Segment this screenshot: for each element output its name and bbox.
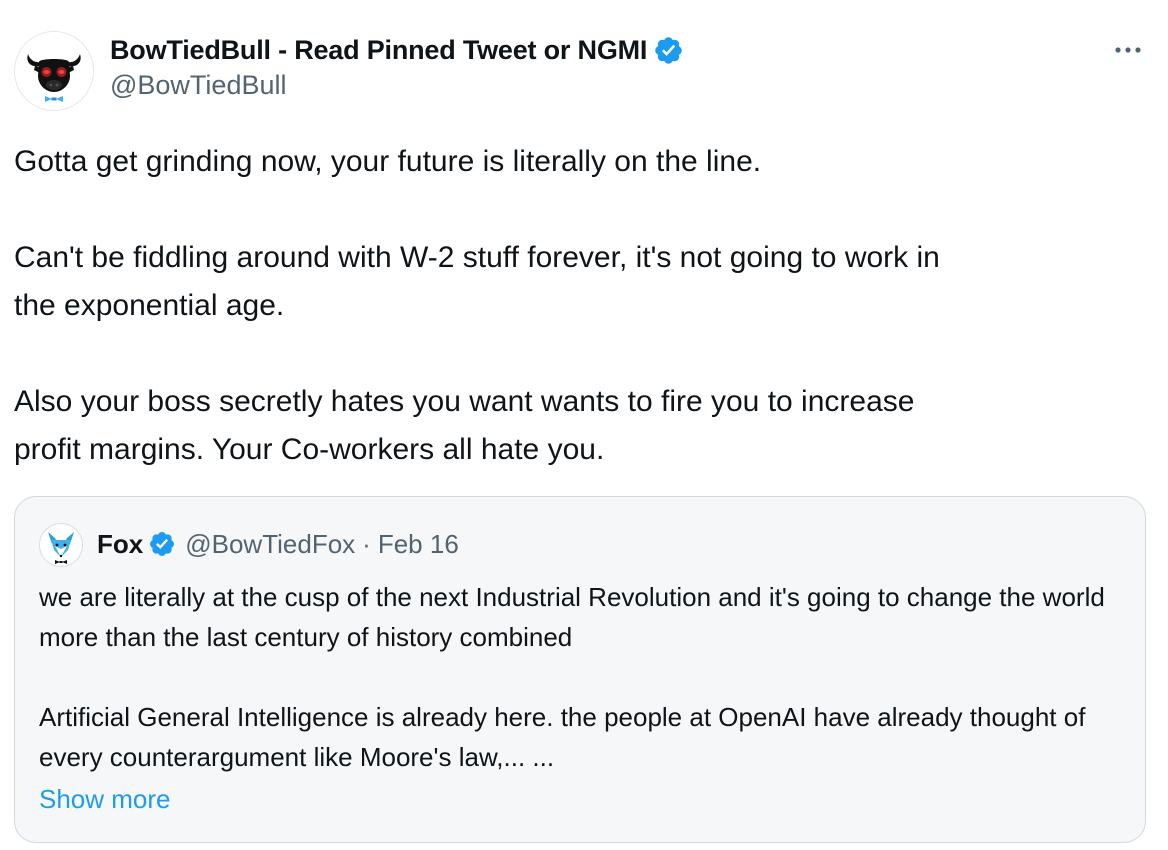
bull-avatar-icon (15, 32, 93, 110)
quoted-author-name[interactable]: Fox (97, 529, 143, 560)
tweet-paragraph: Also your boss secretly hates you want w… (14, 385, 915, 466)
fox-avatar-icon (40, 524, 82, 566)
more-options-button[interactable] (1108, 36, 1148, 64)
quoted-tweet-text: we are literally at the cusp of the next… (39, 577, 1119, 777)
tweet-paragraph: Gotta get grinding now, your future is l… (14, 145, 762, 178)
tweet-paragraph: Can't be fiddling around with W-2 stuff … (14, 241, 940, 322)
dot-separator: · (362, 528, 371, 559)
quoted-tweet-paragraph: Artificial General Intelligence is alrea… (39, 702, 1086, 772)
author-name[interactable]: BowTiedBull - Read Pinned Tweet or NGMI (110, 35, 647, 66)
verified-badge-icon[interactable] (148, 530, 176, 558)
more-options-icon (1115, 47, 1141, 53)
tweet-container: BowTiedBull - Read Pinned Tweet or NGMI … (0, 0, 1168, 850)
author-handle[interactable]: @BowTiedBull (110, 70, 286, 101)
quoted-author-avatar[interactable] (39, 523, 83, 567)
quoted-tweet-paragraph: we are literally at the cusp of the next… (39, 582, 1105, 652)
quoted-tweet-date[interactable]: Feb 16 (378, 529, 459, 560)
verified-badge-icon[interactable] (653, 35, 684, 66)
quoted-author-handle[interactable]: @BowTiedFox (185, 529, 355, 560)
quoted-tweet-header: Fox @BowTiedFox · Feb 16 (97, 524, 459, 564)
show-more-link[interactable]: Show more (39, 779, 171, 819)
quoted-tweet-card[interactable]: Fox @BowTiedFox · Feb 16 we are literall… (14, 496, 1146, 843)
author-avatar[interactable] (14, 31, 94, 111)
author-name-row: BowTiedBull - Read Pinned Tweet or NGMI (110, 30, 684, 70)
tweet-text: Gotta get grinding now, your future is l… (14, 138, 1144, 474)
